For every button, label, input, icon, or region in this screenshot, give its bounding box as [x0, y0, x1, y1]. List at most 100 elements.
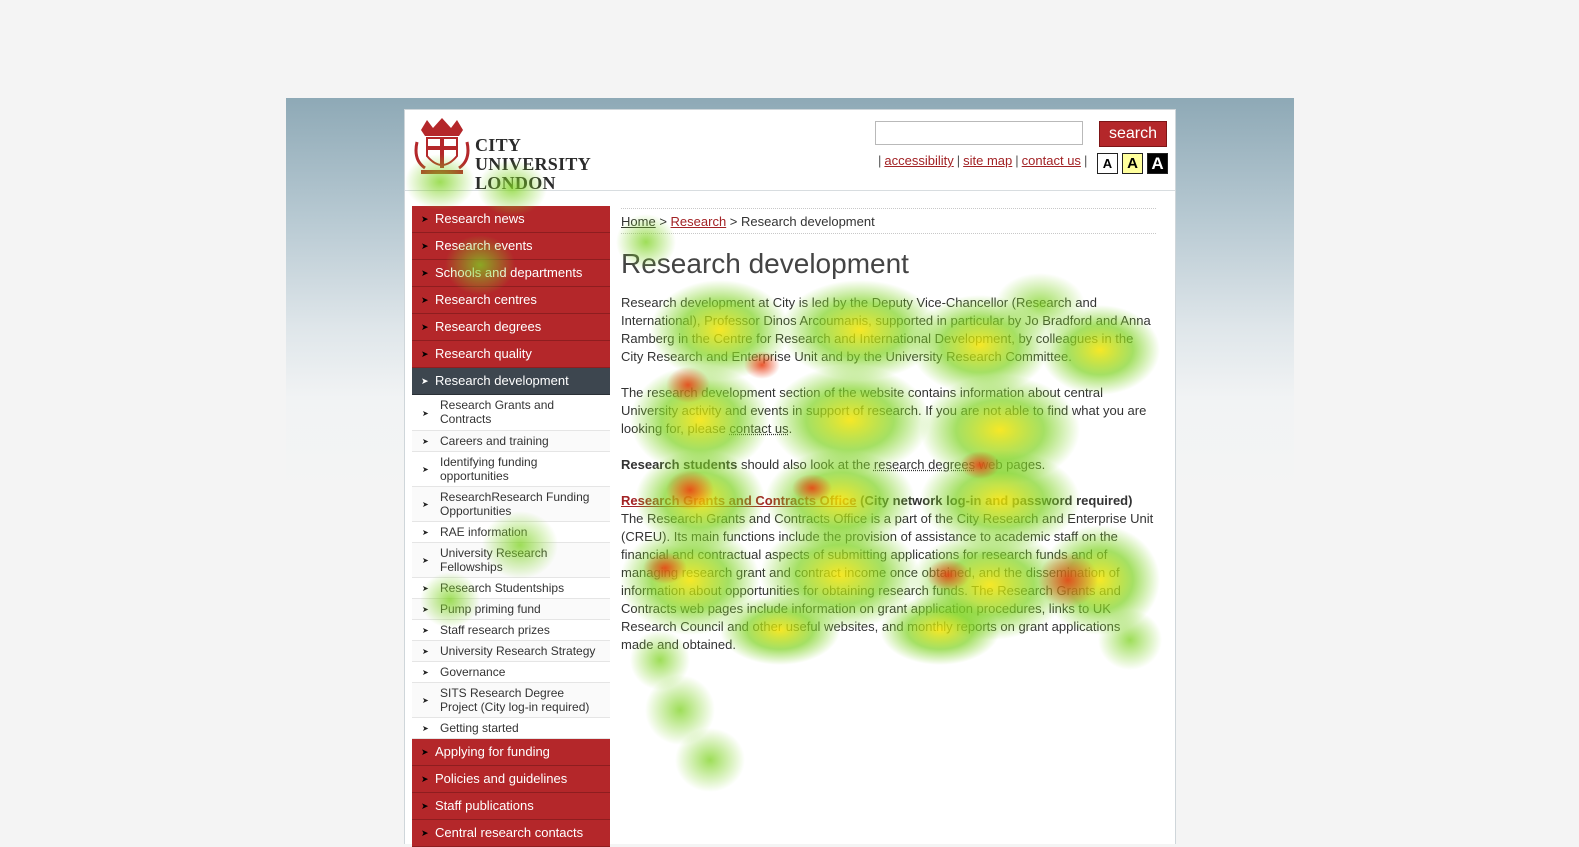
- arrow-icon: ➤: [421, 747, 429, 757]
- sidebar-subitem-governance[interactable]: ➤ Governance: [412, 662, 610, 683]
- sidebar-item-research-centres[interactable]: ➤ Research centres: [412, 287, 610, 314]
- sidebar-subitem-rae[interactable]: ➤ RAE information: [412, 522, 610, 543]
- research-students-label: Research students: [621, 457, 738, 472]
- sidebar-subitem-pump-priming[interactable]: ➤ Pump priming fund: [412, 599, 610, 620]
- sidebar-subitem-label: University Research Strategy: [440, 644, 596, 658]
- arrow-icon: ➤: [422, 528, 429, 537]
- sidebar-subitem-research-grants[interactable]: ➤ Research Grants and Contracts: [412, 395, 610, 431]
- text-size-high-contrast-button[interactable]: A: [1122, 153, 1143, 174]
- sidebar-item-research-events[interactable]: ➤ Research events: [412, 233, 610, 260]
- sidebar-item-label: Research quality: [435, 346, 532, 361]
- site-header: CITY UNIVERSITY LONDON search | accessibi…: [405, 110, 1175, 193]
- contact-us-link[interactable]: contact us: [1022, 153, 1081, 168]
- sidebar-subitem-label: RAE information: [440, 525, 528, 539]
- sidebar-subitem-prizes[interactable]: ➤ Staff research prizes: [412, 620, 610, 641]
- sidebar-item-label: Policies and guidelines: [435, 771, 568, 786]
- arrow-icon: ➤: [421, 349, 429, 359]
- search-input[interactable]: [875, 121, 1083, 145]
- sidebar-subitem-label: ResearchResearch Funding Opportunities: [440, 490, 590, 518]
- sidebar-item-label: Research development: [435, 373, 569, 388]
- crest-icon: [414, 118, 470, 174]
- sidebar-item-policies[interactable]: ➤ Policies and guidelines: [412, 766, 610, 793]
- breadcrumb-separator: >: [659, 214, 667, 229]
- arrow-icon: ➤: [422, 408, 429, 418]
- logo-line-2: LONDON: [475, 173, 556, 193]
- sidebar-nav: ➤ Research news ➤ Research events ➤ Schools…: [412, 206, 610, 847]
- breadcrumb: Home > Research > Research development: [621, 208, 1156, 234]
- site-map-link[interactable]: site map: [963, 153, 1012, 168]
- sidebar-item-label: Central research contacts: [435, 825, 584, 840]
- arrow-icon: ➤: [422, 605, 429, 614]
- separator: |: [1015, 153, 1019, 168]
- sidebar-subitem-label: Research Grants and Contracts: [440, 398, 555, 426]
- search-button[interactable]: search: [1099, 121, 1167, 147]
- arrow-icon: ➤: [421, 801, 429, 811]
- arrow-icon: ➤: [421, 322, 429, 332]
- sidebar-subitem-label: Pump priming fund: [440, 602, 541, 616]
- arrow-icon: ➤: [421, 214, 429, 224]
- logo-wordmark: CITY UNIVERSITY LONDON: [475, 136, 633, 193]
- research-degrees-link[interactable]: research degrees: [874, 457, 975, 472]
- paragraph-text: should also look at the: [737, 457, 874, 472]
- web-page: CITY UNIVERSITY LONDON search | accessibi…: [404, 109, 1176, 847]
- sidebar-subitem-funding-opportunities[interactable]: ➤ Identifying funding opportunities: [412, 452, 610, 487]
- sidebar-subitem-studentships[interactable]: ➤ Research Studentships: [412, 578, 610, 599]
- sidebar-subitem-label: Research Studentships: [440, 581, 565, 595]
- sidebar-item-research-quality[interactable]: ➤ Research quality: [412, 341, 610, 368]
- sidebar-item-applying-for-funding[interactable]: ➤ Applying for funding: [412, 739, 610, 766]
- grants-office-link[interactable]: Research Grants and Contracts Office: [621, 493, 857, 508]
- arrow-icon: ➤: [421, 295, 429, 305]
- breadcrumb-research-link[interactable]: Research: [671, 214, 727, 229]
- arrow-icon: ➤: [422, 696, 429, 705]
- arrow-icon: ➤: [422, 500, 429, 509]
- breadcrumb-home-link[interactable]: Home: [621, 214, 656, 229]
- accessibility-link[interactable]: accessibility: [884, 153, 953, 168]
- arrow-icon: ➤: [422, 437, 429, 446]
- grants-office-section: Research Grants and Contracts Office (Ci…: [621, 492, 1156, 654]
- separator: |: [878, 153, 882, 168]
- sidebar-item-research-degrees[interactable]: ➤ Research degrees: [412, 314, 610, 341]
- sidebar-subitem-label: Identifying funding opportunities: [440, 455, 538, 483]
- section-info-paragraph: The research development section of the …: [621, 384, 1156, 438]
- sidebar-subitem-label: Staff research prizes: [440, 623, 550, 637]
- arrow-icon: ➤: [421, 828, 429, 838]
- sidebar-subitem-strategy[interactable]: ➤ University Research Strategy: [412, 641, 610, 662]
- research-students-paragraph: Research students should also look at th…: [621, 456, 1156, 474]
- sidebar-submenu: ➤ Research Grants and Contracts ➤ Careers …: [412, 395, 610, 739]
- intro-paragraph: Research development at City is led by t…: [621, 295, 1151, 364]
- sidebar-subitem-fellowships[interactable]: ➤ University Research Fellowships: [412, 543, 610, 578]
- sidebar-item-label: Schools and departments: [435, 265, 583, 280]
- breadcrumb-separator: >: [729, 214, 738, 229]
- sidebar-item-schools-and-departments[interactable]: ➤ Schools and departments: [412, 260, 610, 287]
- sidebar-item-label: Research centres: [435, 292, 537, 307]
- paragraph-text: .: [788, 421, 793, 436]
- arrow-icon: ➤: [422, 724, 429, 733]
- arrow-icon: ➤: [421, 774, 429, 784]
- sidebar-subitem-sits[interactable]: ➤ SITS Research Degree Project (City log-…: [412, 683, 610, 718]
- arrow-icon: ➤: [422, 556, 429, 565]
- sidebar-subitem-researchresearch[interactable]: ➤ ResearchResearch Funding Opportunities: [412, 487, 610, 522]
- utility-links: | accessibility | site map | contact us |: [875, 153, 1090, 168]
- sidebar-item-research-news[interactable]: ➤ Research news: [412, 206, 610, 233]
- sidebar-item-staff-publications[interactable]: ➤ Staff publications: [412, 793, 610, 820]
- paragraph-text: The research development section of the …: [621, 385, 1147, 436]
- university-logo[interactable]: CITY UNIVERSITY LONDON: [413, 116, 633, 193]
- separator: |: [956, 153, 961, 168]
- arrow-icon: ➤: [422, 647, 429, 656]
- sidebar-subitem-careers[interactable]: ➤ Careers and training: [412, 431, 610, 452]
- main-content: Home > Research > Research development R…: [621, 208, 1156, 672]
- text-size-large-button[interactable]: A: [1147, 153, 1168, 174]
- sidebar-subitem-label: SITS Research Degree Project (City log-i…: [440, 686, 590, 714]
- text-size-small-button[interactable]: A: [1097, 153, 1118, 174]
- sidebar-subitem-label: Governance: [440, 665, 506, 679]
- sidebar-item-label: Research news: [435, 211, 525, 226]
- sidebar-item-research-development[interactable]: ➤ Research development: [412, 368, 610, 395]
- separator: |: [1083, 153, 1088, 168]
- sidebar-subitem-getting-started[interactable]: ➤ Getting started: [412, 718, 610, 739]
- arrow-icon: ➤: [422, 465, 429, 474]
- contact-us-inline-link[interactable]: contact us: [729, 421, 788, 436]
- sidebar-item-label: Research events: [435, 238, 533, 253]
- grants-office-description: The Research Grants and Contracts Office…: [621, 511, 1154, 652]
- arrow-icon: ➤: [421, 241, 429, 251]
- sidebar-item-label: Staff publications: [435, 798, 534, 813]
